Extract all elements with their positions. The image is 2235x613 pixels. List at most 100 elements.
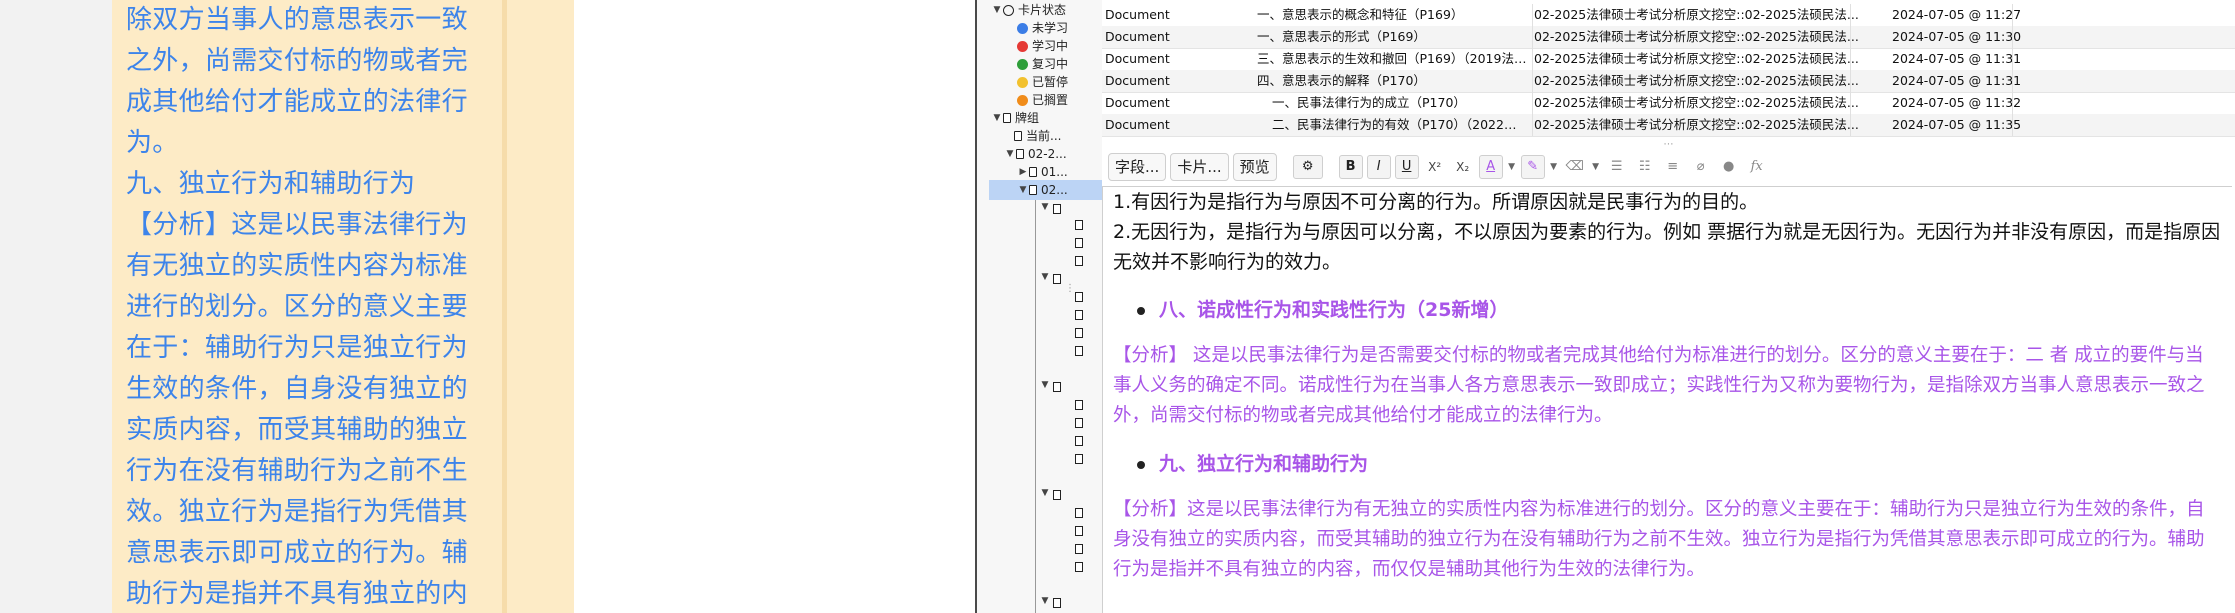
deck-icon	[1075, 526, 1083, 536]
sidebar-item-deck-02-selected[interactable]: ▼ 02...	[989, 180, 1102, 200]
bold-button[interactable]: B	[1338, 155, 1363, 179]
table-row[interactable]: Document 三、意思表示的生效和撤回（P169）（2019法/... 02…	[1102, 48, 2235, 71]
table-cell-type: Document	[1105, 73, 1170, 88]
card-line: 效。独立行为是指行为凭借其	[126, 497, 468, 527]
deck-icon	[1053, 382, 1061, 392]
table-row[interactable]: Document 一、意思表示的概念和特征（P169） 02-2025法律硕士考…	[1102, 4, 2235, 27]
bullet-list-icon[interactable]: ☰	[1605, 155, 1629, 179]
sidebar-item-label: 已暂停	[1032, 75, 1069, 89]
table-cell-sort-field: 四、意思表示的解释（P170）	[1257, 73, 1426, 88]
chevron-down-icon[interactable]: ▼	[1507, 162, 1517, 172]
table-row[interactable]: Document 一、意思表示的形式（P169） 02-2025法律硕士考试分析…	[1102, 26, 2235, 49]
preview-button[interactable]: 预览	[1232, 153, 1277, 181]
resize-grip-icon[interactable]: ⋮	[1065, 283, 1075, 294]
deck-icon	[1029, 167, 1037, 177]
sidebar-item-card-state[interactable]: ▼ 卡片状态	[991, 0, 1066, 20]
card-line: 为。	[126, 128, 179, 158]
editor-toolbar: 字段... 卡片... 预览 ⚙ B I U X² X₂ A ▼ ✎ ▼ ⌫ ▼…	[1102, 150, 2235, 184]
card-divider	[502, 0, 507, 613]
card-line: 意思表示即可成立的行为。辅	[126, 538, 468, 568]
table-cell-sort-field: 三、意思表示的生效和撤回（P169）（2019法/...	[1257, 51, 1527, 66]
sidebar-item-label: 当前...	[1026, 129, 1062, 143]
chevron-down-icon[interactable]: ▼	[1017, 180, 1029, 200]
sidebar-item-deck-01[interactable]: ▶ 01...	[1017, 162, 1068, 182]
sidebar-item-current-deck[interactable]: 当前...	[1014, 126, 1061, 146]
table-cell-due: 2024-07-05 @ 11:31	[1892, 51, 2022, 66]
card-table: Document 一、意思表示的概念和特征（P169） 02-2025法律硕士考…	[1102, 0, 2235, 140]
table-cell-due: 2024-07-05 @ 11:30	[1892, 29, 2022, 44]
table-cell-type: Document	[1105, 51, 1170, 66]
browser-sidebar: ▼ 卡片状态 未学习 学习中 复习中 已暂停 已搁置 ▼ 牌组 当前... ▼ …	[977, 0, 1102, 613]
deck-icon	[1075, 310, 1083, 320]
orange-dot-icon	[1017, 94, 1028, 106]
chevron-right-icon[interactable]: ▶	[1017, 162, 1029, 182]
card-line: 之外，尚需交付标的物或者完	[126, 46, 468, 76]
cards-button[interactable]: 卡片...	[1170, 153, 1229, 181]
chevron-down-icon[interactable]: ▼	[1549, 162, 1559, 172]
gear-icon[interactable]: ⚙	[1292, 155, 1323, 179]
column-separator	[1532, 4, 1533, 26]
blank-area	[574, 0, 977, 613]
table-row[interactable]: Document 四、意思表示的解释（P170） 02-2025法律硕士考试分析…	[1102, 70, 2235, 93]
chevron-down-icon[interactable]: ▼	[1004, 144, 1016, 164]
deck-icon	[1075, 256, 1083, 266]
column-separator	[1532, 92, 1533, 114]
column-separator	[1850, 4, 1851, 26]
editor-paragraph: 2.无因行为，是指行为与原因可以分离，不以原因为要素的行为。例如 票据行为就是无…	[1113, 221, 2221, 273]
sidebar-item-new[interactable]: 未学习	[1017, 18, 1068, 38]
table-row[interactable]: Document 二、民事法律行为的有效（P170）（2022法/... 02-…	[1102, 114, 2235, 137]
sidebar-item-review[interactable]: 复习中	[1017, 54, 1068, 74]
column-separator	[1532, 48, 1533, 70]
card-content: 除双方当事人的意思表示一致 之外，尚需交付标的物或者完 成其他给付才能成立的法律…	[112, 0, 502, 613]
chevron-down-icon[interactable]: ▼	[1591, 162, 1601, 172]
table-cell-sort-field: 一、意思表示的概念和特征（P169）	[1257, 7, 1464, 22]
card-line: 除双方当事人的意思表示一致	[126, 5, 468, 35]
green-dot-icon	[1017, 58, 1028, 70]
table-cell-due: 2024-07-05 @ 11:27	[1892, 7, 2022, 22]
chevron-down-icon[interactable]: ▼	[1039, 596, 1051, 606]
table-cell-type: Document	[1105, 117, 1170, 132]
card-line: 生效的条件，自身没有独立的	[126, 374, 468, 404]
table-row[interactable]: Document 一、民事法律行为的成立（P170） 02-2025法律硕士考试…	[1102, 92, 2235, 115]
highlight-icon[interactable]: ✎	[1520, 155, 1545, 179]
subscript-button[interactable]: X₂	[1451, 155, 1475, 179]
sidebar-item-decks[interactable]: ▼ 牌组	[991, 108, 1039, 128]
deck-icon	[1053, 204, 1061, 214]
column-separator	[1532, 26, 1533, 48]
underline-button[interactable]: U	[1394, 155, 1419, 179]
sidebar-item-deck-02[interactable]: ▼ 02-2...	[1004, 144, 1067, 164]
editor-paragraph: 1.有因行为是指行为与原因不可分离的行为。所谓原因就是民事行为的目的。	[1113, 191, 1759, 213]
field-editor[interactable]: 1.有因行为是指行为与原因不可分离的行为。所谓原因就是民事行为的目的。 2.无因…	[1102, 186, 2232, 613]
chevron-down-icon[interactable]: ▼	[991, 0, 1003, 20]
italic-button[interactable]: I	[1366, 155, 1391, 179]
deck-icon	[1075, 238, 1083, 248]
sidebar-item-label: 学习中	[1032, 39, 1069, 53]
microphone-icon[interactable]: ●	[1717, 155, 1741, 179]
deck-icon	[1016, 149, 1024, 159]
superscript-button[interactable]: X²	[1423, 155, 1447, 179]
sidebar-item-buried[interactable]: 已搁置	[1017, 90, 1068, 110]
sidebar-item-label: 02-2...	[1028, 147, 1067, 161]
attachment-icon[interactable]: ⌀	[1689, 155, 1713, 179]
font-color-button[interactable]: A	[1478, 155, 1503, 179]
chevron-down-icon[interactable]: ▼	[1039, 202, 1051, 212]
table-cell-type: Document	[1105, 95, 1170, 110]
chevron-down-icon[interactable]: ▼	[1039, 272, 1051, 282]
table-cell-sort-field: 一、意思表示的形式（P169）	[1257, 29, 1426, 44]
sidebar-item-learning[interactable]: 学习中	[1017, 36, 1068, 56]
chevron-down-icon[interactable]: ▼	[991, 108, 1003, 128]
yellow-dot-icon	[1017, 76, 1028, 88]
red-dot-icon	[1017, 40, 1028, 52]
editor-body[interactable]: 1.有因行为是指行为与原因不可分离的行为。所谓原因就是民事行为的目的。 2.无因…	[1103, 187, 2232, 585]
mathjax-button[interactable]: fx	[1745, 155, 1769, 179]
chevron-down-icon[interactable]: ▼	[1039, 488, 1051, 498]
fields-button[interactable]: 字段...	[1108, 153, 1167, 181]
align-icon[interactable]: ≡	[1661, 155, 1685, 179]
splitter-handle[interactable]: ⋯	[1102, 140, 2235, 150]
table-cell-type: Document	[1105, 7, 1170, 22]
eraser-icon[interactable]: ⌫	[1563, 155, 1587, 179]
chevron-down-icon[interactable]: ▼	[1039, 380, 1051, 390]
sidebar-item-suspended[interactable]: 已暂停	[1017, 72, 1068, 92]
card-view: 除双方当事人的意思表示一致 之外，尚需交付标的物或者完 成其他给付才能成立的法律…	[112, 0, 574, 613]
numbered-list-icon[interactable]: ☷	[1633, 155, 1657, 179]
